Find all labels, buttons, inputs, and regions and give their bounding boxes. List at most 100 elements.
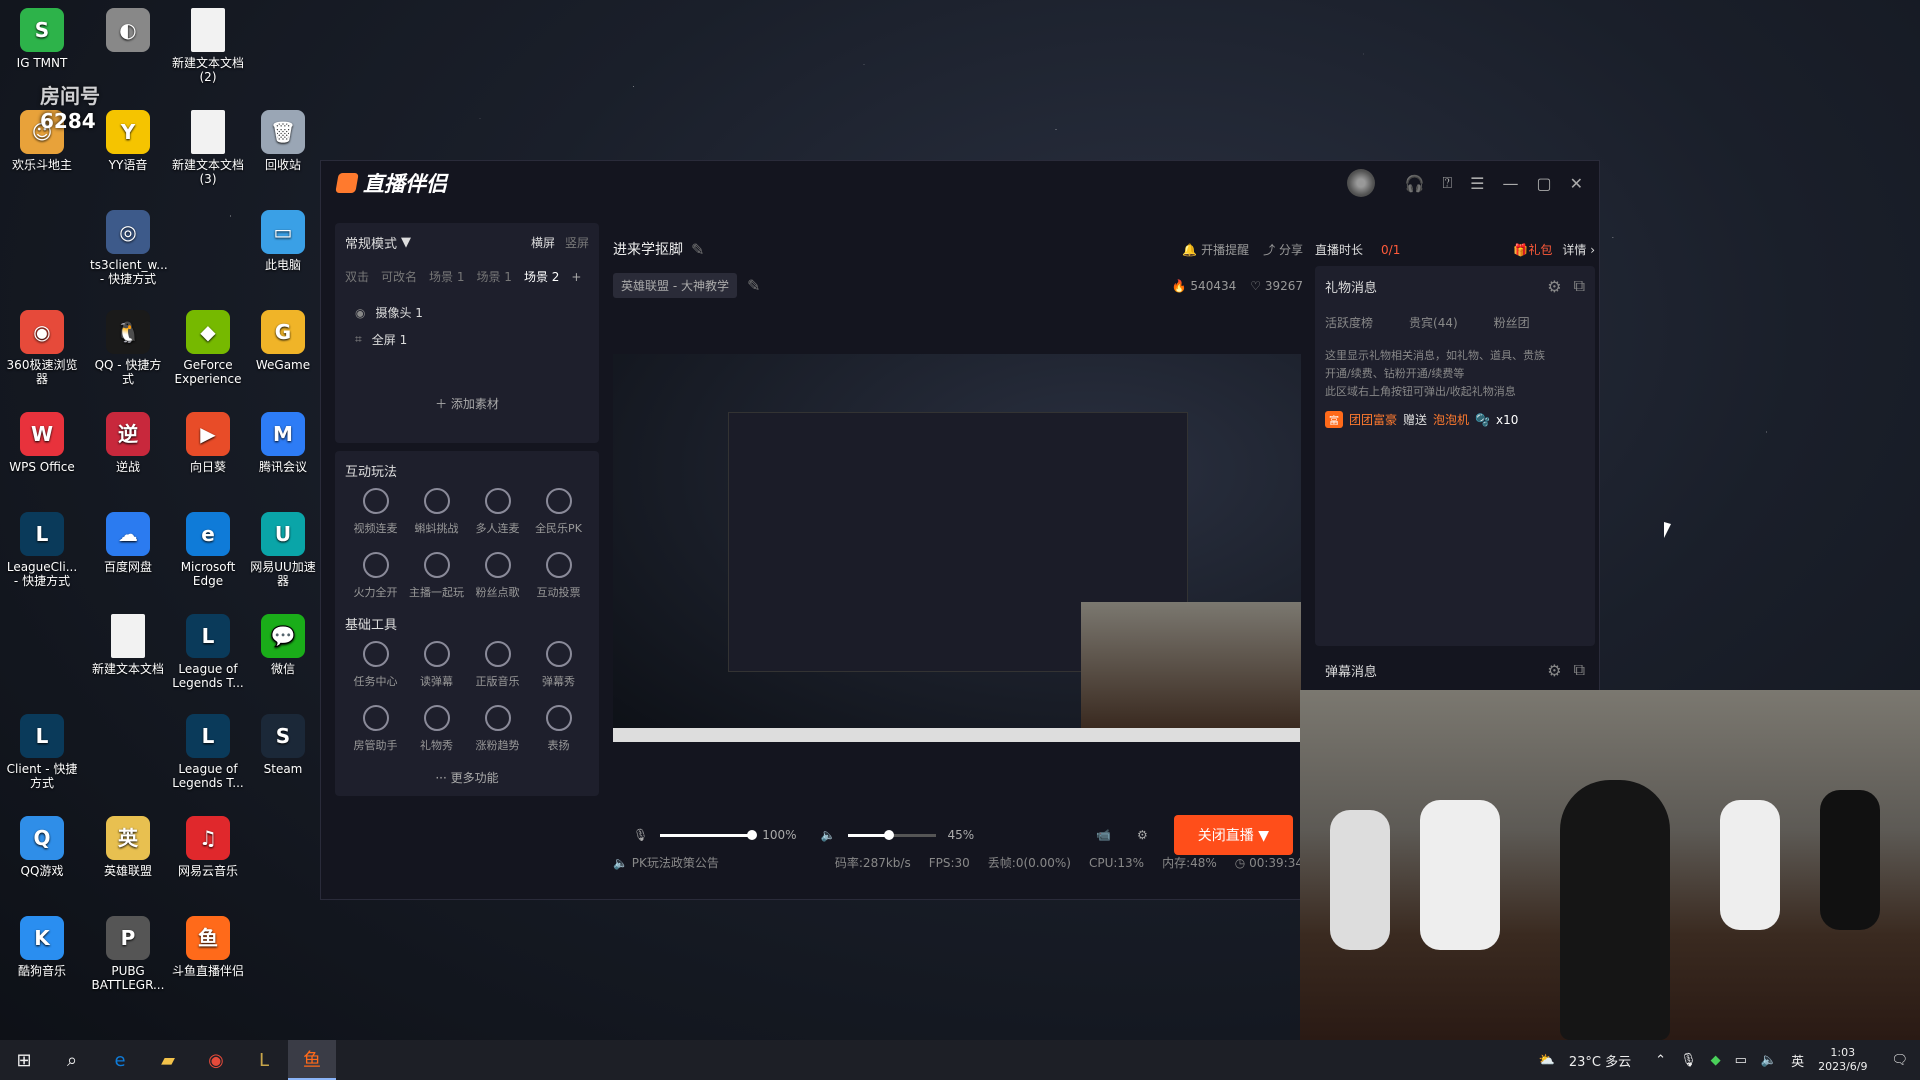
share-button[interactable]: ⤴ 分享	[1263, 241, 1303, 258]
gift-tab[interactable]: 粉丝团	[1494, 314, 1530, 331]
headset-icon[interactable]: 🎧	[1405, 174, 1425, 193]
desktop-icon[interactable]: ▭ 此电脑	[245, 210, 321, 272]
desktop-icon[interactable]: W WPS Office	[4, 412, 80, 474]
douyu-taskbar-icon[interactable]: 鱼	[288, 1040, 336, 1080]
tool-button[interactable]: 多人连麦	[467, 488, 528, 536]
speaker-volume-slider[interactable]	[847, 829, 936, 840]
stream-preview[interactable]	[613, 354, 1301, 742]
weather-icon[interactable]: ⛅	[1539, 1053, 1555, 1068]
desktop-icon[interactable]: Q QQ游戏	[4, 816, 80, 878]
desktop-icon[interactable]: 💬 微信	[245, 614, 321, 676]
desktop-icon[interactable]: 鱼斗鱼直播伴侣	[170, 916, 246, 978]
mic-icon[interactable]: 🎙	[633, 828, 648, 842]
source-item[interactable]: ◉ 摄像头 1	[345, 299, 589, 326]
mode-dropdown[interactable]: 常规模式 ▼	[345, 233, 411, 252]
mic-volume-slider[interactable]	[660, 829, 758, 840]
edit-title-icon[interactable]: ✎	[691, 240, 704, 259]
tool-button[interactable]: 礼物秀	[406, 705, 467, 753]
desktop-icon[interactable]: ☁ 百度网盘	[90, 512, 166, 574]
gift-pack-button[interactable]: 🎁礼包	[1513, 241, 1552, 258]
category-badge[interactable]: 英雄联盟 - 大神教学	[613, 273, 737, 298]
tool-button[interactable]: 弹幕秀	[528, 641, 589, 689]
tool-button[interactable]: 表扬	[528, 705, 589, 753]
tool-button[interactable]: 火力全开	[345, 552, 406, 600]
mic-slider-handle[interactable]	[747, 829, 758, 840]
desktop-icon[interactable]: S Steam	[245, 714, 321, 776]
desktop-icon[interactable]: L League of Legends T...	[170, 614, 246, 690]
tool-button[interactable]: 粉丝点歌	[467, 552, 528, 600]
maximize-icon[interactable]: ▢	[1536, 174, 1551, 193]
more-features-button[interactable]: ··· 更多功能	[341, 767, 593, 796]
desktop-icon[interactable]: 🗑 回收站	[245, 110, 321, 172]
edge-taskbar-icon[interactable]: e	[96, 1040, 144, 1080]
tool-button[interactable]: 涨粉趋势	[467, 705, 528, 753]
close-icon[interactable]: ✕	[1570, 174, 1583, 193]
clock[interactable]: 1:03 2023/6/9	[1818, 1046, 1867, 1074]
desktop-icon[interactable]: ◐	[90, 8, 166, 56]
tool-button[interactable]: 读弹幕	[406, 641, 467, 689]
gift-user[interactable]: 团团富豪	[1349, 411, 1397, 428]
scene-tab[interactable]: 场景 1	[476, 268, 511, 285]
desktop-icon[interactable]: 🐧 QQ - 快捷方式	[90, 310, 166, 386]
mic-tray-icon[interactable]: 🎙	[1680, 1053, 1697, 1068]
desktop-icon[interactable]: U 网易UU加速器	[245, 512, 321, 588]
danmu-settings-icon[interactable]: ⚙	[1547, 661, 1561, 680]
scene-tab[interactable]: 可改名	[381, 268, 417, 285]
volume-icon[interactable]: 🔈	[1761, 1053, 1777, 1068]
speaker-slider-handle[interactable]	[883, 829, 894, 840]
desktop-icon[interactable]: 新建文本文档 (2)	[170, 8, 246, 84]
desktop-icon[interactable]: K 酷狗音乐	[4, 916, 80, 978]
user-avatar[interactable]	[1346, 169, 1375, 197]
gift-settings-icon[interactable]: ⚙	[1547, 277, 1561, 296]
details-button[interactable]: 详情 ›	[1562, 241, 1595, 258]
scene-tab[interactable]: 场景 2	[524, 268, 559, 285]
desktop-icon[interactable]: ◆ GeForce Experience	[170, 310, 246, 386]
tool-button[interactable]: 全民乐PK	[528, 488, 589, 536]
desktop-icon[interactable]: ◎ ts3client_w... - 快捷方式	[90, 210, 168, 286]
app-tray-icon[interactable]: ◆	[1711, 1053, 1721, 1068]
desktop-icon[interactable]: 新建文本文档 (3)	[170, 110, 246, 186]
browser-360-taskbar-icon[interactable]: ◉	[192, 1040, 240, 1080]
desktop-icon[interactable]: L League of Legends T...	[170, 714, 246, 790]
tool-button[interactable]: 正版音乐	[467, 641, 528, 689]
popout-icon[interactable]: ⧉	[1574, 276, 1585, 296]
search-icon[interactable]: ⌕	[48, 1040, 96, 1080]
start-icon[interactable]: ⊞	[0, 1040, 48, 1080]
gift-tab[interactable]: 贵宾(44)	[1409, 314, 1458, 331]
desktop-icon[interactable]: M 腾讯会议	[245, 412, 321, 474]
tool-button[interactable]: 房管助手	[345, 705, 406, 753]
tray-chevron-icon[interactable]: ⌃	[1655, 1053, 1666, 1068]
desktop-icon[interactable]: S IG TMNT	[4, 8, 80, 70]
danmu-popout-icon[interactable]: ⧉	[1574, 660, 1585, 680]
help-icon[interactable]: ⍰	[1443, 173, 1453, 193]
scene-tab[interactable]: 双击	[345, 268, 369, 285]
settings-icon[interactable]: ⚙	[1137, 828, 1148, 842]
notification-icon[interactable]: 🗨	[1891, 1053, 1908, 1068]
desktop-icon[interactable]: 新建文本文档	[90, 614, 166, 676]
desktop-icon[interactable]: P PUBG BATTLEGR...	[90, 916, 166, 992]
desktop-icon[interactable]: ♫ 网易云音乐	[170, 816, 246, 878]
league-taskbar-icon[interactable]: L	[240, 1040, 288, 1080]
remind-button[interactable]: 🔔 开播提醒	[1182, 241, 1249, 258]
desktop-icon[interactable]: Y YY语音	[90, 110, 166, 172]
scene-tab[interactable]: 场景 1	[429, 268, 464, 285]
add-scene-icon[interactable]: +	[571, 270, 581, 284]
tool-button[interactable]: 蝌蚪挑战	[406, 488, 467, 536]
ime-indicator[interactable]: 英	[1791, 1051, 1804, 1070]
portrait-tab[interactable]: 竖屏	[565, 234, 589, 251]
tool-button[interactable]: 互动投票	[528, 552, 589, 600]
desktop-icon[interactable]: L LeagueCli... - 快捷方式	[4, 512, 80, 588]
minimize-icon[interactable]: —	[1502, 174, 1518, 193]
stop-live-button[interactable]: 关闭直播 ▼	[1173, 815, 1293, 855]
notice-link[interactable]: 🔈 PK玩法政策公告	[613, 854, 719, 871]
speaker-icon[interactable]: 🔈	[821, 828, 836, 842]
weather-text[interactable]: 23°C 多云	[1569, 1051, 1631, 1070]
file-explorer-icon[interactable]: ▰	[144, 1040, 192, 1080]
desktop-icon[interactable]: ▶ 向日葵	[170, 412, 246, 474]
desktop-icon[interactable]: 逆逆战	[90, 412, 166, 474]
edit-category-icon[interactable]: ✎	[747, 276, 760, 295]
add-source-button[interactable]: ＋ 添加素材	[335, 395, 599, 412]
desktop-icon[interactable]: L Client - 快捷方式	[4, 714, 80, 790]
network-icon[interactable]: ▭	[1735, 1053, 1747, 1068]
source-item[interactable]: ⌗ 全屏 1	[345, 326, 589, 353]
